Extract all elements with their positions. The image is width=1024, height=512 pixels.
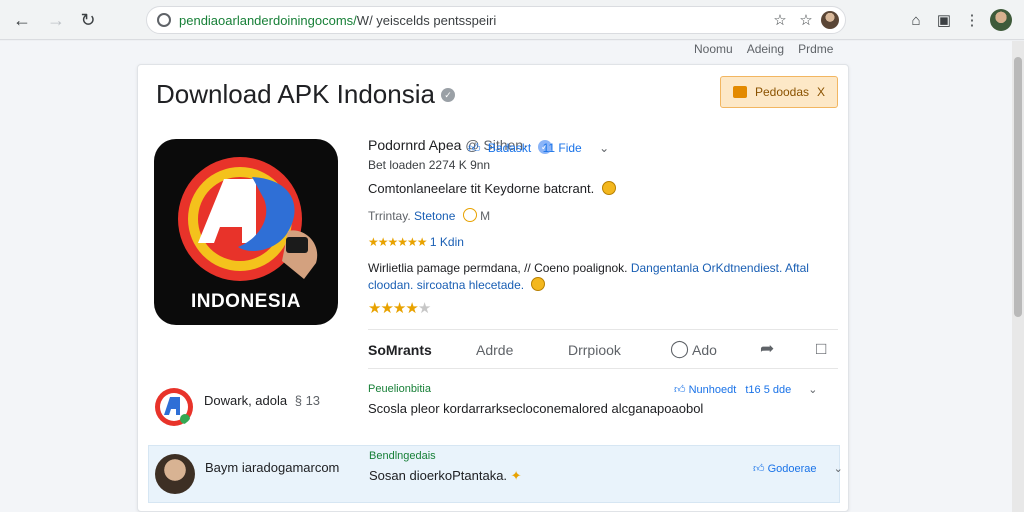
top-link[interactable]: Adeing — [747, 42, 784, 56]
download-chip[interactable]: Pedoodas X — [720, 76, 838, 108]
list-item-title[interactable]: Dowark, adola § 13 — [204, 393, 320, 408]
page-title-text: Download APK Indonsia — [156, 79, 435, 109]
smile-emoji-icon — [601, 181, 616, 195]
rank-value: 11 Fide — [542, 141, 582, 155]
rating-count[interactable]: 1 Kdin — [430, 235, 464, 249]
forward-arrow-icon[interactable]: → — [44, 8, 68, 32]
list-item-status: Bendlngedais — [369, 450, 436, 462]
app-name[interactable]: Podornrd Apea — [368, 137, 461, 153]
download-chip-label: Pedoodas — [754, 85, 810, 99]
category-prefix: Trrintay. — [368, 209, 411, 223]
description-text: Wirlietlia pamage permdana, — [368, 261, 521, 275]
profile-avatar[interactable] — [990, 9, 1012, 31]
app-logo-label: INDONESIA — [190, 291, 302, 312]
category-link[interactable]: Stetone — [414, 209, 455, 223]
app-tagline: Comtonlaneelare tit Keydorne batcrant. — [368, 181, 595, 196]
description-text: // Coeno poalignok. — [524, 261, 628, 275]
report-flag-icon[interactable]: □ — [816, 339, 826, 359]
category-suffix: M — [480, 209, 491, 223]
list-item-status: Peuelionbitia — [368, 383, 431, 395]
list-item-rank-label: Godoerae — [767, 463, 817, 475]
category-row: Trrintay. Stetone M — [368, 208, 490, 223]
tab-downloads[interactable]: Drrpiook — [568, 342, 621, 358]
lock-icon — [157, 13, 171, 27]
app-meta: Bet loaden 2274 K 9nn — [368, 158, 491, 172]
star-empty-icon: ★ — [417, 300, 431, 317]
back-arrow-icon[interactable]: ← — [10, 8, 34, 32]
top-link[interactable]: Noomu — [694, 42, 733, 56]
description-line-2: cloodan. sircoatna hlecetade. — [368, 277, 546, 292]
list-item-title[interactable]: Baym iaradogamarcom — [205, 460, 339, 475]
star-filled-icon: ★ — [392, 300, 406, 317]
share-arrow-icon[interactable]: ➦ — [760, 339, 774, 359]
page-title: Download APK Indonsia ✓ — [156, 79, 455, 110]
list-item[interactable]: Dowark, adola § 13 Peuelionbitia Scosla … — [148, 379, 840, 437]
chevron-down-icon[interactable]: ⌄ — [834, 463, 843, 475]
star-filled-icon: ★ — [368, 300, 381, 317]
description-link[interactable]: Dangentanla OrKdtnendiest. Aftal — [631, 261, 809, 275]
chat-bubble-icon[interactable]: ◯ — [670, 339, 689, 359]
emoji-icon — [531, 277, 546, 291]
reload-icon[interactable]: ↻ — [76, 8, 100, 32]
list-item-text: Scosla pleor kordarrarksecloconemalored … — [368, 401, 704, 416]
verified-icon: ✓ — [440, 87, 455, 102]
chevron-down-icon[interactable]: ⌄ — [808, 384, 817, 396]
list-item-rank-value: t16 5 dde — [745, 384, 792, 396]
rating-row: ★★★★★★ 1 Kdin — [368, 235, 464, 249]
browser-toolbar: ← → ↻ pendiaoarlanderdoiningocoms/W/ yei… — [0, 0, 1024, 40]
thumbs-up-icon: 👍︎ — [674, 384, 686, 396]
menu-kebab-icon[interactable]: ⋮ — [960, 8, 984, 32]
list-item-rank[interactable]: 👍︎ Godoerae ⌄ — [753, 462, 843, 475]
scrollbar-thumb[interactable] — [1014, 57, 1022, 317]
list-item-text: Sosan dioerkoPtantaka. ✦ — [369, 468, 522, 483]
rating-stars-small: ★★★★★★ — [368, 235, 428, 249]
app-logo: INDONESIA — [154, 139, 338, 325]
rating-stars: ★★★★★ — [368, 299, 431, 317]
top-links: Noomu Adeing Prdme — [694, 42, 833, 56]
top-link[interactable]: Prdme — [798, 42, 833, 56]
cast-icon[interactable]: ▣ — [932, 8, 956, 32]
thumbs-up-icon: 👍︎ — [753, 463, 765, 475]
clock-icon — [462, 208, 477, 222]
user-avatar — [155, 454, 195, 494]
list-item[interactable]: Baym iaradogamarcom Bendlngedais Sosan d… — [148, 445, 843, 503]
site-avatar[interactable] — [821, 11, 839, 29]
app-logo-small — [154, 387, 194, 427]
tab-ado[interactable]: Ado — [692, 342, 717, 358]
address-bar[interactable]: pendiaoarlanderdoiningocoms/W/ yeiscelds… — [146, 6, 846, 34]
chevron-down-icon[interactable]: ⌄ — [599, 141, 609, 155]
extensions-icon[interactable]: ⌂ — [904, 8, 928, 32]
list-item-rank-label: Nunhoedt — [688, 384, 737, 396]
tab-adrde[interactable]: Adrde — [476, 342, 513, 358]
star-filled-icon: ★ — [380, 300, 393, 317]
app-card: Download APK Indonsia ✓ Pedoodas X INDON… — [137, 64, 849, 512]
description-line-1: Wirlietlia pamage permdana, // Coeno poa… — [368, 261, 809, 275]
thumbs-up-icon: 👍︎ — [468, 141, 481, 155]
bookmark-star-icon[interactable]: ☆ — [795, 9, 817, 31]
scrollbar[interactable] — [1012, 41, 1024, 512]
close-icon[interactable]: X — [817, 85, 825, 99]
star-outline-icon[interactable]: ☆ — [769, 9, 791, 31]
shopping-bag-icon — [732, 86, 747, 98]
tab-bar: SoMrants Adrde Drrpiook ◯ Ado ➦ □ — [368, 329, 838, 369]
url-text[interactable]: pendiaoarlanderdoiningocoms/W/ yeiscelds… — [179, 13, 769, 28]
list-item-rank[interactable]: 👍︎ Nunhoedt t16 5 dde ⌄ — [674, 383, 818, 396]
sparkle-icon: ✦ — [510, 468, 522, 483]
rank-label: Badaskt — [487, 141, 532, 155]
tab-overview[interactable]: SoMrants — [368, 342, 432, 358]
description-link[interactable]: cloodan. sircoatna hlecetade. — [368, 278, 524, 292]
app-tagline-row: Comtonlaneelare tit Keydorne batcrant. — [368, 181, 616, 196]
rank-badge[interactable]: 👍︎ Badaskt 11 Fide ⌄ — [468, 141, 609, 156]
star-filled-icon: ★ — [405, 300, 418, 317]
